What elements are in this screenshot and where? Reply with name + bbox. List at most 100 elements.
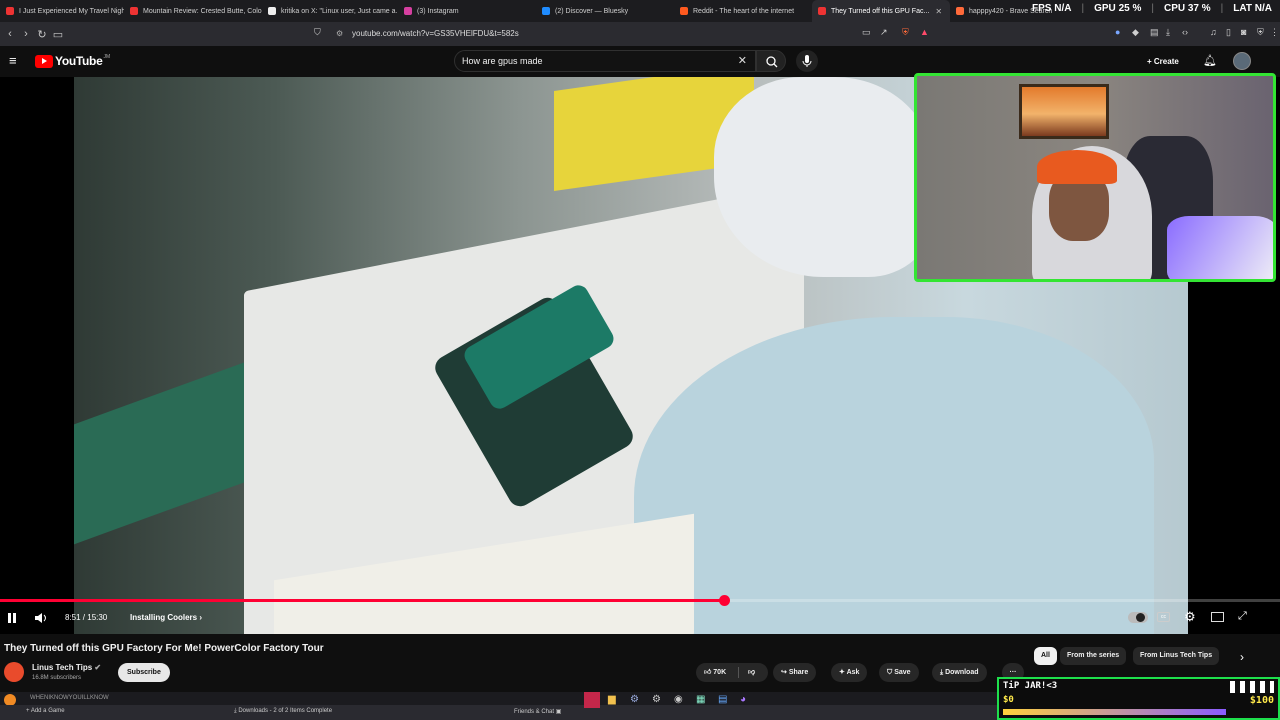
clear-search-icon[interactable]: ✕ bbox=[738, 51, 747, 71]
browser-tab[interactable]: Reddit - The heart of the internet bbox=[674, 0, 812, 22]
fullscreen-icon[interactable]: ⤢ bbox=[1238, 610, 1247, 623]
settings-taskbar-icon[interactable]: ⚙ bbox=[630, 694, 639, 705]
share-page-icon[interactable]: ↗ bbox=[880, 27, 888, 38]
tip-jar-progress bbox=[1003, 709, 1226, 715]
address-bar[interactable]: ⚙ youtube.com/watch?v=GS35VHElFDU&t=582s bbox=[330, 26, 910, 42]
browser-tab[interactable]: (3) Instagram bbox=[398, 0, 536, 22]
hamburger-menu-icon[interactable]: ≡ bbox=[9, 53, 17, 68]
youtube-logo[interactable]: YouTube JM bbox=[35, 54, 110, 68]
tip-jar-checker-flag bbox=[1230, 681, 1274, 693]
extensions-icon[interactable]: ◆ bbox=[1132, 27, 1139, 38]
autoplay-toggle[interactable] bbox=[1128, 612, 1148, 623]
photos-taskbar-icon[interactable]: ▦ bbox=[696, 694, 705, 705]
theater-mode-icon[interactable] bbox=[1211, 612, 1224, 622]
browser-tab[interactable]: They Turned off this GPU Fac... ✕ bbox=[812, 0, 950, 22]
captions-icon[interactable]: cc bbox=[1157, 612, 1170, 622]
subscriber-count: 16.8M subscribers bbox=[32, 675, 82, 681]
reload-icon[interactable]: ↻ bbox=[34, 28, 50, 41]
tab-title: Reddit - The heart of the internet bbox=[693, 7, 795, 15]
chip-all[interactable]: All bbox=[1034, 647, 1057, 665]
browser-tab[interactable]: (2) Discover — Bluesky bbox=[536, 0, 674, 22]
brave-rewards-icon[interactable]: ▲ bbox=[920, 27, 929, 37]
gpu-value: 25 bbox=[1118, 3, 1130, 14]
music-icon[interactable]: ♫ bbox=[1210, 27, 1217, 37]
browser-tab[interactable]: kritika on X: "Linux user, Just came a..… bbox=[262, 0, 398, 22]
browser-tab[interactable]: I Just Experienced My Travel Nightm... bbox=[0, 0, 124, 22]
voice-search-button[interactable] bbox=[796, 50, 818, 72]
autoplay-knob bbox=[1136, 613, 1145, 622]
notes-taskbar-icon[interactable]: ▤ bbox=[718, 694, 727, 705]
pause-icon[interactable] bbox=[6, 612, 18, 624]
search-button[interactable] bbox=[756, 50, 786, 72]
tab-search-icon[interactable]: ▤ bbox=[1150, 27, 1159, 38]
chip-from-channel[interactable]: From Linus Tech Tips bbox=[1133, 647, 1220, 665]
channel-avatar[interactable] bbox=[4, 662, 24, 682]
devtools-icon[interactable]: ‹› bbox=[1182, 27, 1188, 37]
download-button[interactable]: ⤓ Download bbox=[932, 663, 987, 682]
back-icon[interactable]: ‹ bbox=[2, 28, 18, 40]
chapter-title: Installing Coolers bbox=[130, 613, 198, 622]
sidepanel-icon[interactable]: ▯ bbox=[1226, 27, 1231, 38]
gpu-label: GPU bbox=[1094, 3, 1116, 14]
browser-tab[interactable]: Mountain Review: Crested Butte, Colo... bbox=[124, 0, 262, 22]
save-label: Save bbox=[894, 669, 911, 676]
microphone-icon bbox=[802, 55, 812, 67]
account-avatar[interactable] bbox=[1233, 52, 1251, 70]
ask-button[interactable]: ✦ Ask bbox=[831, 663, 868, 682]
progress-played bbox=[0, 599, 724, 602]
menu-icon[interactable]: ⋮ bbox=[1270, 27, 1279, 38]
chapter-button[interactable]: Installing Coolers › bbox=[130, 613, 202, 622]
notifications-bell-icon[interactable]: 🔔︎ bbox=[1203, 54, 1217, 67]
gear-taskbar-icon[interactable]: ⚙ bbox=[652, 694, 661, 705]
vpn-icon[interactable]: ⛨ bbox=[1257, 27, 1264, 38]
share-button[interactable]: ↪ Share bbox=[773, 663, 817, 682]
obs-taskbar-icon[interactable]: ◉ bbox=[674, 694, 683, 705]
ask-label: Ask bbox=[846, 669, 860, 676]
taskbar: + Add a Game ⤓ Downloads - 2 of 2 Items … bbox=[0, 692, 1000, 720]
tab-favicon-icon bbox=[680, 7, 688, 15]
brave-shields-icon[interactable]: ⛨ bbox=[902, 27, 909, 38]
chips-next-icon[interactable]: › bbox=[1240, 650, 1244, 664]
cpu-label: CPU bbox=[1163, 3, 1186, 14]
performance-overlay: FPS N/A | GPU 25 % | CPU 37 % | LAT N/A bbox=[1032, 3, 1272, 14]
add-game-item[interactable]: + Add a Game bbox=[26, 708, 65, 714]
downloads-item[interactable]: ⤓ Downloads - 2 of 2 Items Complete bbox=[234, 708, 332, 715]
wallet-icon[interactable]: ◙ bbox=[1241, 27, 1246, 37]
cast-icon[interactable]: ▭ bbox=[862, 27, 871, 38]
forward-icon[interactable]: › bbox=[18, 28, 34, 40]
bookmark-save-icon: ⛉ bbox=[887, 669, 893, 676]
subscribe-button[interactable]: Subscribe bbox=[118, 663, 170, 682]
like-count: 70K bbox=[713, 669, 727, 676]
like-icon: 👍︎ bbox=[704, 669, 712, 676]
youtube-wordmark: YouTube bbox=[55, 54, 103, 68]
brave-taskbar-icon[interactable] bbox=[584, 692, 600, 708]
tab-favicon-icon bbox=[956, 7, 964, 15]
bookmark-icon[interactable]: ⛉ bbox=[314, 27, 321, 38]
friends-chat-label: Friends & Chat bbox=[514, 709, 555, 715]
sparkle-icon: ✦ bbox=[839, 669, 845, 676]
create-label: Create bbox=[1153, 57, 1179, 66]
chip-from-series[interactable]: From the series bbox=[1060, 647, 1127, 665]
settings-gear-icon[interactable]: ⚙ bbox=[1184, 609, 1196, 625]
volume-icon[interactable] bbox=[34, 612, 48, 624]
close-tab-icon[interactable]: ✕ bbox=[935, 7, 942, 16]
tab-title: I Just Experienced My Travel Nightm... bbox=[19, 7, 124, 15]
sidebar-icon[interactable]: ▭ bbox=[50, 28, 66, 41]
progress-scrubber[interactable] bbox=[718, 595, 730, 606]
channel-name[interactable]: Linus Tech Tips ✔ bbox=[32, 663, 101, 672]
downloads-icon[interactable]: ⤓ bbox=[1166, 27, 1170, 38]
folder-taskbar-icon[interactable]: ▆ bbox=[608, 694, 616, 705]
tip-jar-title: TiP JAR!<3 bbox=[1003, 681, 1058, 691]
site-settings-icon[interactable]: ⚙ bbox=[336, 26, 343, 42]
friends-chat-item[interactable]: Friends & Chat ▣ bbox=[514, 708, 561, 715]
save-button[interactable]: ⛉ Save bbox=[879, 663, 919, 682]
share-icon: ↪ bbox=[781, 669, 787, 676]
search-input[interactable]: How are gpus made ✕ bbox=[454, 50, 756, 72]
video-title: They Turned off this GPU Factory For Me!… bbox=[4, 643, 324, 654]
tip-jar-overlay: TiP JAR!<3 $0 $100 bbox=[997, 677, 1280, 720]
create-button[interactable]: + Create bbox=[1140, 52, 1186, 71]
extension-icon[interactable]: ● bbox=[1115, 27, 1120, 37]
like-button[interactable]: 👍︎ 70K 👎︎ bbox=[696, 663, 768, 682]
dislike-icon[interactable]: 👎︎ bbox=[748, 663, 755, 682]
discord-taskbar-icon[interactable]: ◕ bbox=[740, 694, 746, 705]
